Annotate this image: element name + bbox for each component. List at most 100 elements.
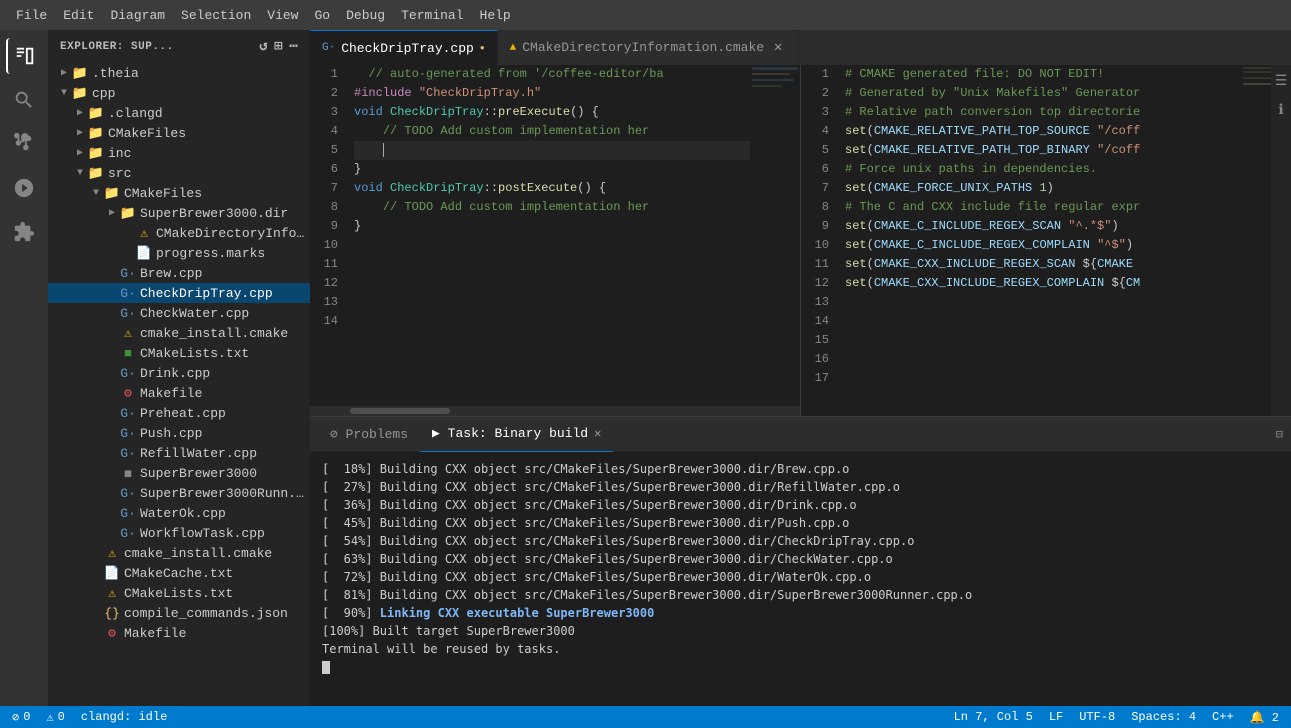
folder-icon: 📁 [88,145,104,161]
sidebar-item-label: compile_commands.json [124,606,288,621]
code-line: // TODO Add custom implementation her [354,122,750,141]
menu-file[interactable]: File [8,4,55,27]
sidebar-item-clangd[interactable]: ▶ 📁 .clangd [48,103,310,123]
chevron-spacer [104,445,120,461]
sidebar-item-label: SuperBrewer3000.dir [140,206,288,221]
panel-tab-task[interactable]: ▶ Task: Binary build ✕ [420,417,613,452]
sidebar-item-checkwater-cpp[interactable]: G· CheckWater.cpp [48,303,310,323]
chevron-spacer [88,545,104,561]
sidebar-item-label: RefillWater.cpp [140,446,257,461]
status-clangd[interactable]: clangd: idle [77,710,171,724]
sidebar-item-progress-marks[interactable]: 📄 progress.marks [48,243,310,263]
sidebar-item-push-cpp[interactable]: G· Push.cpp [48,423,310,443]
menu-edit[interactable]: Edit [55,4,102,27]
sidebar-item-cmakelists2[interactable]: ⚠ CMakeLists.txt [48,583,310,603]
activity-extensions[interactable] [6,214,42,250]
activity-debug[interactable] [6,170,42,206]
sidebar-item-label: CMakeFiles [108,126,186,141]
code-line: } [354,217,750,236]
chevron-spacer [120,245,136,261]
activity-search[interactable] [6,82,42,118]
cpp-icon: G· [120,285,136,301]
sidebar-item-cmakelists[interactable]: ■ CMakeLists.txt [48,343,310,363]
menu-debug[interactable]: Debug [338,4,393,27]
layout-icon[interactable]: ☰ [1275,73,1288,90]
maximize-panel-icon[interactable]: ⊟ [1276,427,1283,442]
file-icon: 📄 [104,565,120,581]
right-code-content[interactable]: 12345 678910 1112131415 1617 # CMAKE gen… [801,65,1291,416]
chevron-spacer [104,505,120,521]
sidebar-item-cmake-install2[interactable]: ⚠ cmake_install.cmake [48,543,310,563]
code-line: // auto-generated from '/coffee-editor/b… [354,65,750,84]
menu-go[interactable]: Go [306,4,338,27]
activity-git[interactable] [6,126,42,162]
terminal-content[interactable]: [ 18%] Building CXX object src/CMakeFile… [310,452,1291,706]
terminal-line: [ 36%] Building CXX object src/CMakeFile… [322,496,1279,514]
sidebar-item-src[interactable]: ▼ 📁 src [48,163,310,183]
menu-help[interactable]: Help [472,4,519,27]
new-file-icon[interactable]: ⊞ [274,38,283,55]
sidebar-item-superbrewer-runner[interactable]: G· SuperBrewer3000Runn... [48,483,310,503]
sidebar-item-cmakefiles[interactable]: ▶ 📁 CMakeFiles [48,123,310,143]
left-editor: 12345 678910 11121314 // auto-generated … [310,65,800,416]
chevron-spacer [104,305,120,321]
menu-selection[interactable]: Selection [173,4,259,27]
cmake-icon: ■ [120,345,136,361]
more-actions-icon[interactable]: ⋯ [289,38,298,55]
status-encoding[interactable]: UTF-8 [1075,710,1119,724]
status-spaces[interactable]: Spaces: 4 [1127,710,1200,724]
sidebar-item-preheat-cpp[interactable]: G· Preheat.cpp [48,403,310,423]
menu-terminal[interactable]: Terminal [393,4,471,27]
sidebar-item-brew-cpp[interactable]: G· Brew.cpp [48,263,310,283]
sidebar-item-src-cmakefiles[interactable]: ▼ 📁 CMakeFiles [48,183,310,203]
status-eol[interactable]: LF [1045,710,1067,724]
chevron-spacer [104,385,120,401]
sidebar-item-drink-cpp[interactable]: G· Drink.cpp [48,363,310,383]
sidebar-item-label: SuperBrewer3000Runn... [140,486,310,501]
info-icon[interactable]: ℹ [1278,102,1283,119]
code-line: set(CMAKE_RELATIVE_PATH_TOP_SOURCE "/cof… [845,122,1241,141]
sidebar-item-checkdrip-cpp[interactable]: G· CheckDripTray.cpp [48,283,310,303]
sidebar-item-label: Preheat.cpp [140,406,226,421]
refresh-icon[interactable]: ↺ [259,38,268,55]
tab-close-button[interactable]: ✕ [770,40,786,56]
panel-tab-problems[interactable]: ⊘ Problems [318,417,420,452]
sidebar-item-label: cmake_install.cmake [140,326,288,341]
status-warnings[interactable]: ⚠ 0 [42,710,68,725]
sidebar-item-makefile[interactable]: ⚙ Makefile [48,383,310,403]
left-scrollbar[interactable] [310,406,800,416]
tab-cpp-icon: G· [322,42,335,54]
code-line: set(CMAKE_CXX_INCLUDE_REGEX_COMPLAIN ${C… [845,274,1241,293]
sidebar-item-cmake-dir-info[interactable]: ⚠ CMakeDirectoryInfor... [48,223,310,243]
sidebar-item-refillwater-cpp[interactable]: G· RefillWater.cpp [48,443,310,463]
sidebar-item-cmake-install[interactable]: ⚠ cmake_install.cmake [48,323,310,343]
terminal-cursor-line [322,658,1279,676]
left-code-lines: // auto-generated from '/coffee-editor/b… [346,65,750,406]
activity-explorer[interactable] [6,38,42,74]
sidebar-item-makefile2[interactable]: ⚙ Makefile [48,623,310,643]
status-bar: ⊘ 0 ⚠ 0 clangd: idle Ln 7, Col 5 LF UTF-… [0,706,1291,728]
status-errors[interactable]: ⊘ 0 [8,710,34,725]
panel-close-button[interactable]: ✕ [594,426,601,441]
sidebar-item-label: CMakeLists.txt [124,586,233,601]
menu-diagram[interactable]: Diagram [102,4,173,27]
sidebar-item-waterok-cpp[interactable]: G· WaterOk.cpp [48,503,310,523]
sidebar-item-theia[interactable]: ▶ 📁 .theia [48,63,310,83]
tab-cmakedirinfo[interactable]: ▲ CMakeDirectoryInformation.cmake ✕ [498,30,799,65]
sidebar-item-cpp[interactable]: ▼ 📁 cpp [48,83,310,103]
status-position[interactable]: Ln 7, Col 5 [950,710,1037,724]
menu-view[interactable]: View [259,4,306,27]
chevron-icon: ▶ [56,65,72,81]
sidebar-item-superbrewer-dir[interactable]: ▶ 📁 SuperBrewer3000.dir [48,203,310,223]
sidebar-item-compile-commands[interactable]: {} compile_commands.json [48,603,310,623]
status-notifications[interactable]: 🔔 2 [1246,710,1283,725]
status-language[interactable]: C++ [1208,710,1238,724]
sidebar-item-cmakecache[interactable]: 📄 CMakeCache.txt [48,563,310,583]
tab-cmake-icon: ▲ [510,42,517,54]
left-code-content[interactable]: 12345 678910 11121314 // auto-generated … [310,65,800,406]
sidebar-item-inc[interactable]: ▶ 📁 inc [48,143,310,163]
tab-checkdrip[interactable]: G· CheckDripTray.cpp ● [310,30,498,65]
sidebar-item-workflowtask-cpp[interactable]: G· WorkflowTask.cpp [48,523,310,543]
sidebar-item-label: CMakeDirectoryInfor... [156,226,310,241]
sidebar-item-superbrewer3000[interactable]: ◼ SuperBrewer3000 [48,463,310,483]
